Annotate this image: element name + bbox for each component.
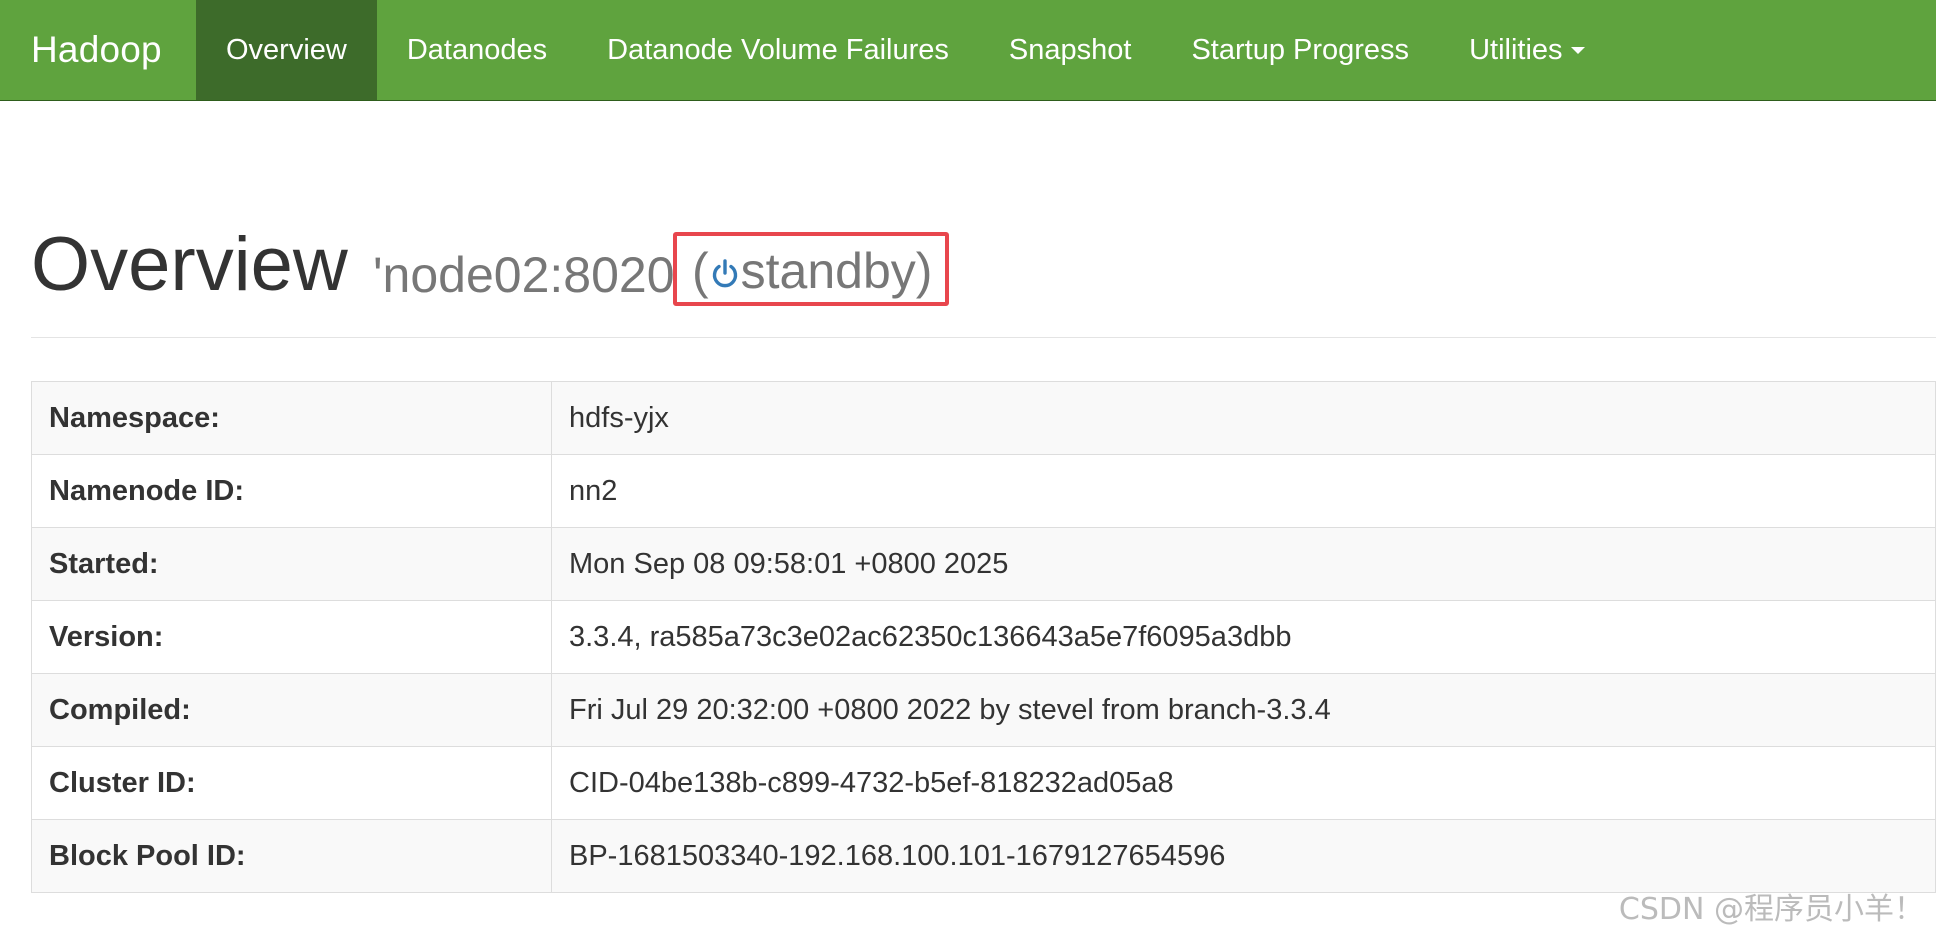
nav-datanode-volume-failures[interactable]: Datanode Volume Failures — [577, 0, 979, 100]
row-value: Fri Jul 29 20:32:00 +0800 2022 by stevel… — [551, 673, 1936, 747]
page-title: Overview — [31, 222, 348, 307]
host-label: 'node02:8020 — [373, 247, 675, 303]
state-close-paren: ) — [915, 243, 933, 299]
nav-utilities-dropdown[interactable]: Utilities — [1439, 0, 1614, 100]
row-key: Compiled: — [31, 673, 552, 747]
row-key: Cluster ID: — [31, 746, 552, 820]
nav-snapshot[interactable]: Snapshot — [979, 0, 1162, 100]
caret-down-icon — [1570, 46, 1585, 54]
row-key: Started: — [31, 527, 552, 601]
row-value: hdfs-yjx — [551, 381, 1936, 455]
table-row: Namenode ID: nn2 — [31, 454, 1936, 528]
table-row: Cluster ID: CID-04be138b-c899-4732-b5ef-… — [31, 746, 1936, 820]
table-row: Namespace: hdfs-yjx — [31, 381, 1936, 455]
state-open-paren: ( — [692, 243, 709, 299]
nav-utilities-label: Utilities — [1469, 33, 1563, 66]
row-key: Block Pool ID: — [31, 819, 552, 893]
state-text: standby — [740, 243, 916, 299]
ha-state: ( standby ) — [692, 238, 932, 304]
table-row: Compiled: Fri Jul 29 20:32:00 +0800 2022… — [31, 673, 1936, 747]
nav-startup-progress[interactable]: Startup Progress — [1161, 0, 1439, 100]
row-value: nn2 — [551, 454, 1936, 528]
row-value: CID-04be138b-c899-4732-b5ef-818232ad05a8 — [551, 746, 1936, 820]
table-row: Started: Mon Sep 08 09:58:01 +0800 2025 — [31, 527, 1936, 601]
page-header: Overview 'node02:8020 ( standby ) — [31, 222, 1936, 338]
state-highlight-box: ( standby ) — [673, 232, 949, 306]
power-icon — [712, 259, 737, 288]
top-navbar: Hadoop Overview Datanodes Datanode Volum… — [0, 0, 1936, 101]
nav-datanodes[interactable]: Datanodes — [377, 0, 577, 100]
row-key: Namenode ID: — [31, 454, 552, 528]
row-value: 3.3.4, ra585a73c3e02ac62350c136643a5e7f6… — [551, 600, 1936, 674]
row-value: BP-1681503340-192.168.100.101-1679127654… — [551, 819, 1936, 893]
nav-overview[interactable]: Overview — [196, 0, 377, 100]
row-key: Version: — [31, 600, 552, 674]
watermark: CSDN @程序员小羊！ — [1618, 892, 1924, 927]
row-value: Mon Sep 08 09:58:01 +0800 2025 — [551, 527, 1936, 601]
table-row: Version: 3.3.4, ra585a73c3e02ac62350c136… — [31, 600, 1936, 674]
row-key: Namespace: — [31, 381, 552, 455]
overview-info-table: Namespace: hdfs-yjx Namenode ID: nn2 Sta… — [31, 381, 1936, 893]
brand-link[interactable]: Hadoop — [0, 0, 196, 100]
table-row: Block Pool ID: BP-1681503340-192.168.100… — [31, 819, 1936, 893]
